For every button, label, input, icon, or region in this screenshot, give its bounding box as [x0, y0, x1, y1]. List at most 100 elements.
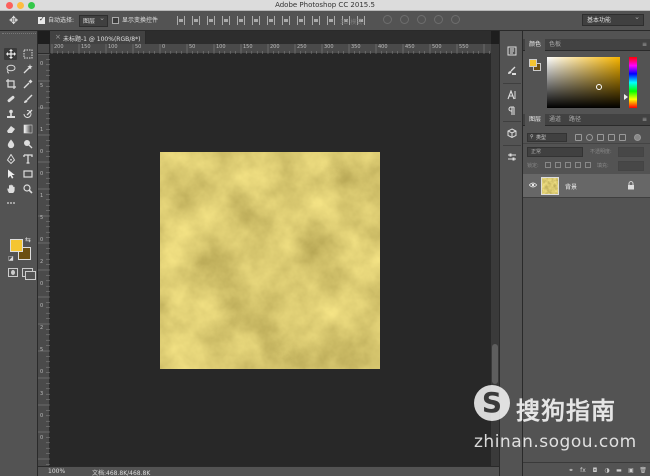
- more-tools-icon[interactable]: [4, 197, 17, 209]
- hand-tool-icon[interactable]: [4, 183, 17, 195]
- filter-pixel-icon[interactable]: [575, 134, 582, 141]
- filter-type-icon[interactable]: [597, 134, 604, 141]
- filter-shape-icon[interactable]: [608, 134, 615, 141]
- swap-colors-icon[interactable]: ⇆: [25, 236, 31, 244]
- zoom-level[interactable]: 100%: [48, 468, 65, 475]
- distribute-bottom-icon[interactable]: [297, 16, 305, 25]
- horizontal-ruler[interactable]: 200 150 100 50 0 50 100 150 200 250 300 350 400 450 50…: [50, 44, 491, 54]
- rectangle-tool-icon[interactable]: [21, 168, 34, 180]
- quick-mask-icon[interactable]: [8, 268, 18, 277]
- brush-tool-icon[interactable]: [21, 93, 34, 105]
- opacity-field[interactable]: [618, 147, 644, 157]
- layer-kind-filter[interactable]: ⚲ 类型: [527, 133, 567, 142]
- hue-slider[interactable]: [629, 57, 637, 108]
- mask-icon[interactable]: ◘: [591, 466, 599, 474]
- auto-select-target-dropdown[interactable]: 图层: [79, 15, 108, 27]
- align-bottom-icon[interactable]: [207, 16, 215, 25]
- align-right-icon[interactable]: [252, 16, 260, 25]
- hue-slider-handle[interactable]: [624, 94, 628, 100]
- eye-icon[interactable]: [529, 182, 537, 188]
- distribute-left-icon[interactable]: [312, 16, 320, 25]
- color-spectrum[interactable]: [547, 57, 620, 108]
- lasso-tool-icon[interactable]: [4, 63, 17, 75]
- document-canvas[interactable]: [160, 152, 380, 369]
- scale-3d-icon[interactable]: [451, 15, 460, 24]
- link-icon[interactable]: ⚭: [567, 466, 575, 474]
- workspace-dropdown[interactable]: 基本功能: [582, 14, 644, 26]
- lock-artboard-icon[interactable]: [575, 162, 581, 168]
- drag-3d-icon[interactable]: [417, 15, 426, 24]
- tab-channels[interactable]: 通道: [545, 114, 565, 126]
- zoom-tool-icon[interactable]: [21, 183, 34, 195]
- history-panel-icon[interactable]: [506, 45, 518, 57]
- clone-stamp-icon[interactable]: [4, 108, 17, 120]
- 3d-panel-icon[interactable]: [506, 127, 518, 139]
- show-transform-checkbox[interactable]: [112, 17, 119, 24]
- new-layer-icon[interactable]: ▣: [627, 466, 635, 474]
- history-brush-icon[interactable]: [21, 108, 34, 120]
- align-left-icon[interactable]: [222, 16, 230, 25]
- align-top-icon[interactable]: [177, 16, 185, 25]
- eyedropper-tool-icon[interactable]: [21, 78, 34, 90]
- distribute-vcenter-icon[interactable]: [282, 16, 290, 25]
- document-tab[interactable]: × 未标题-1 @ 100%(RGB/8*): [50, 31, 146, 44]
- default-colors-icon[interactable]: ◪: [8, 255, 14, 262]
- tab-paths[interactable]: 路径: [565, 114, 585, 126]
- rotate-3d-icon[interactable]: [383, 15, 392, 24]
- align-vcenter-icon[interactable]: [192, 16, 200, 25]
- paragraph-panel-icon[interactable]: [506, 105, 518, 117]
- document-size-info[interactable]: 文档:468.8K/468.8K: [92, 468, 150, 476]
- lock-image-icon[interactable]: [555, 162, 561, 168]
- panel-foreground-swatch[interactable]: [529, 59, 537, 67]
- move-icon[interactable]: ✥: [9, 15, 18, 26]
- brush-presets-icon[interactable]: [506, 65, 518, 77]
- foreground-color-swatch[interactable]: [10, 239, 23, 252]
- marquee-tool-icon[interactable]: [21, 48, 34, 60]
- tab-swatches[interactable]: 色板: [545, 39, 565, 51]
- folder-icon[interactable]: ▬: [615, 466, 623, 474]
- lock-all-icon[interactable]: [585, 162, 591, 168]
- adjustment-icon[interactable]: ◑: [603, 466, 611, 474]
- tab-color[interactable]: 颜色: [525, 39, 546, 51]
- screen-mode-icon[interactable]: [22, 268, 36, 280]
- canvas-area[interactable]: [50, 54, 491, 466]
- distribute-hcenter-icon[interactable]: [327, 16, 335, 25]
- type-tool-icon[interactable]: [21, 153, 34, 165]
- lock-position-icon[interactable]: [565, 162, 571, 168]
- layers-panel-menu-icon[interactable]: ≡: [642, 116, 647, 123]
- distribute-top-icon[interactable]: [267, 16, 275, 25]
- slide-3d-icon[interactable]: [434, 15, 443, 24]
- trash-icon[interactable]: 🗑: [639, 466, 647, 474]
- layer-row[interactable]: 背景: [523, 174, 650, 198]
- gradient-tool-icon[interactable]: [21, 123, 34, 135]
- filter-smart-icon[interactable]: [619, 134, 626, 141]
- close-document-icon[interactable]: ×: [55, 33, 61, 41]
- lock-transparency-icon[interactable]: [545, 162, 551, 168]
- magic-wand-icon[interactable]: [21, 63, 34, 75]
- tools-panel-grip[interactable]: [2, 33, 36, 36]
- move-tool-icon[interactable]: [4, 48, 17, 60]
- healing-brush-icon[interactable]: [4, 93, 17, 105]
- fx-icon[interactable]: fx: [579, 466, 587, 474]
- roll-3d-icon[interactable]: [400, 15, 409, 24]
- filter-toggle-icon[interactable]: [634, 134, 641, 141]
- filter-adjustment-icon[interactable]: [586, 134, 593, 141]
- dodge-tool-icon[interactable]: [21, 138, 34, 150]
- blur-tool-icon[interactable]: [4, 138, 17, 150]
- ruler-origin[interactable]: [38, 44, 50, 54]
- fill-field[interactable]: [618, 161, 644, 171]
- path-select-icon[interactable]: [4, 168, 17, 180]
- tab-layers[interactable]: 图层: [525, 114, 546, 126]
- eraser-tool-icon[interactable]: [4, 123, 17, 135]
- pen-tool-icon[interactable]: [4, 153, 17, 165]
- properties-panel-icon[interactable]: [506, 151, 518, 163]
- crop-tool-icon[interactable]: [4, 78, 17, 90]
- color-picker-cursor[interactable]: [596, 84, 602, 90]
- auto-select-checkbox[interactable]: [38, 15, 45, 24]
- align-hcenter-icon[interactable]: [237, 16, 245, 25]
- color-panel-menu-icon[interactable]: ≡: [642, 41, 647, 48]
- vertical-ruler[interactable]: 0 5 0 1 0 0 1 5 0 2 0 0 2 5 0 3 0 0: [38, 54, 50, 466]
- layer-name[interactable]: 背景: [565, 182, 577, 191]
- blend-mode-dropdown[interactable]: 正常: [527, 147, 583, 157]
- character-panel-icon[interactable]: [506, 89, 518, 101]
